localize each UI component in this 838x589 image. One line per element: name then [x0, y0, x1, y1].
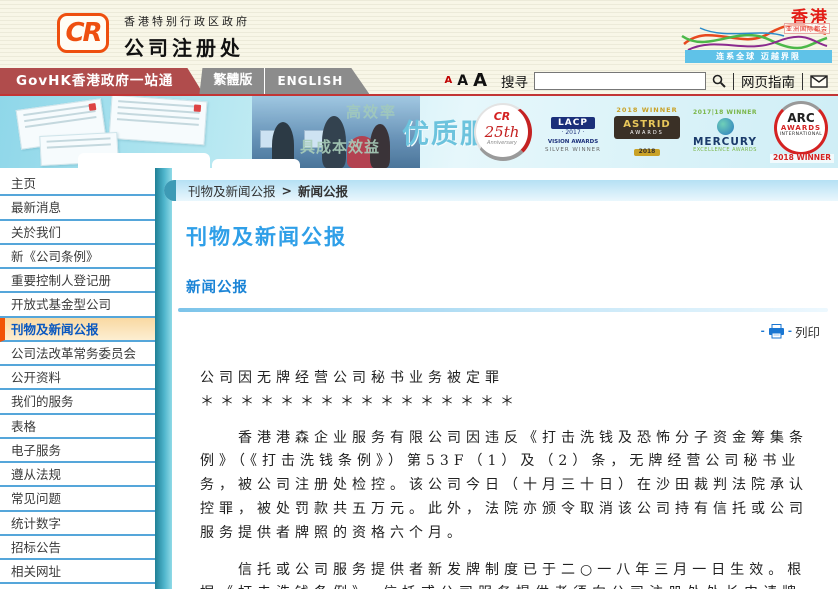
nav-utilities: A A A 搜寻 网页指南 [444, 68, 838, 94]
sidebar-item-tender-notices[interactable]: 招标公告 [0, 536, 155, 560]
main-area: 主页 最新消息 关於我们 新《公司条例》 重要控制人登记册 开放式基金型公司 刊… [0, 168, 838, 589]
page: CR 香港特别行政区政府 公司注册处 香港 亚洲国际都会 连系全球 迈越界限 G… [0, 0, 838, 589]
breadcrumb-section-link[interactable]: 刊物及新闻公报 [188, 181, 276, 200]
sitemap-link[interactable]: 网页指南 [741, 71, 795, 91]
search-label: 搜寻 [501, 71, 528, 91]
banner-tab-shape [78, 153, 210, 168]
traditional-chinese-link[interactable]: 繁體版 [199, 68, 265, 94]
content-area: 刊物及新闻公报 > 新闻公报 刊物及新闻公报 新闻公报 - - 列印 公司因无牌 [172, 168, 838, 589]
nav-divider [733, 73, 734, 90]
arc-award-badge: ARC AWARDS INTERNATIONAL 2018 WINNER [770, 101, 834, 163]
search-input[interactable] [534, 72, 706, 90]
search-icon [712, 74, 726, 88]
font-size-medium-button[interactable]: A [457, 74, 468, 88]
agency-title: 香港特别行政区政府 公司注册处 [124, 13, 250, 61]
envelope-icon [810, 75, 828, 88]
breadcrumb-separator: > [282, 183, 292, 198]
cr-logo[interactable]: CR [57, 13, 109, 53]
agency-name: 公司注册处 [124, 32, 250, 61]
article-headline: 公司因无牌经营公司秘书业务被定罪 [200, 367, 822, 391]
sidebar-item-publications-press[interactable]: 刊物及新闻公报 [0, 318, 155, 342]
headline-asterisks: ＊＊＊＊＊＊＊＊＊＊＊＊＊＊＊＊ [200, 391, 822, 415]
search-submit-button[interactable] [712, 74, 726, 88]
globe-icon [717, 118, 734, 135]
breadcrumb-current: 新闻公报 [298, 181, 348, 200]
award-badges: CR 25th Anniversary LACP · 2017 · VISION… [474, 99, 834, 165]
banner-tab-shape [212, 159, 300, 168]
banner: 高效率 具成本效益 优质服务 CR 25th Anniversary LACP … [0, 96, 838, 168]
sidebar-item-e-services[interactable]: 电子服务 [0, 439, 155, 463]
astrid-award-badge: 2018 WINNER ASTRID AWARDS 2018 [614, 107, 680, 157]
sidebar-item-our-services[interactable]: 我们的服务 [0, 390, 155, 414]
watermark-cost: 具成本效益 [300, 136, 380, 157]
brand-hk-subtitle: 亚洲国际都会 [784, 23, 830, 34]
sidebar-item-faq[interactable]: 常见问题 [0, 487, 155, 511]
page-title: 刊物及新闻公报 [186, 221, 838, 251]
sidebar-item-new-companies-ordinance[interactable]: 新《公司条例》 [0, 245, 155, 269]
sidebar-item-home[interactable]: 主页 [0, 172, 155, 196]
brand-hk-tagline: 连系全球 迈越界限 [685, 50, 832, 63]
font-size-small-button[interactable]: A [444, 76, 452, 86]
sidebar-item-forms[interactable]: 表格 [0, 415, 155, 439]
print-dash: - [788, 326, 792, 337]
sidebar-item-whats-new[interactable]: 最新消息 [0, 196, 155, 220]
lacp-vision-award-badge: LACP · 2017 · VISION AWARDS SILVER WINNE… [541, 111, 605, 154]
breadcrumb: 刊物及新闻公报 > 新闻公报 [164, 180, 838, 201]
print-label: 列印 [795, 322, 820, 341]
sidebar-item-open-ended-fund-companies[interactable]: 开放式基金型公司 [0, 293, 155, 317]
certificate-graphic [109, 96, 208, 145]
sidebar-item-about-us[interactable]: 关於我们 [0, 221, 155, 245]
section-divider [178, 308, 828, 312]
press-release: 公司因无牌经营公司秘书业务被定罪 ＊＊＊＊＊＊＊＊＊＊＊＊＊＊＊＊ 香港港森企业… [200, 367, 822, 589]
language-switch: 繁體版 ENGLISH [199, 68, 369, 94]
sidebar-item-standing-committee[interactable]: 公司法改革常务委员会 [0, 342, 155, 366]
watermark-efficiency: 高效率 [346, 101, 397, 122]
cr-25th-anniversary-badge: CR 25th Anniversary [474, 103, 532, 161]
gov-region-title: 香港特别行政区政府 [124, 13, 250, 29]
mercury-award-badge: 2017|18 WINNER MERCURY EXCELLENCE AWARDS [689, 110, 761, 154]
sidebar-content-divider [155, 168, 172, 589]
font-size-large-button[interactable]: A [473, 72, 487, 90]
section-title: 新闻公报 [186, 276, 838, 297]
sidebar-item-statistics[interactable]: 统计数字 [0, 512, 155, 536]
print-button[interactable]: - - 列印 [172, 322, 820, 341]
sidebar-item-compliance[interactable]: 遵从法规 [0, 463, 155, 487]
sidebar-item-bad-weather-arrangements[interactable]: 恶劣天气情况特别安排 [0, 584, 155, 589]
govhk-link[interactable]: GovHK香港政府一站通 [0, 68, 203, 94]
sidebar-item-related-links[interactable]: 相关网址 [0, 560, 155, 584]
print-dash: - [761, 326, 765, 337]
article-paragraph: 信托或公司服务提供者新发牌制度已于二○一八年三月一日生效。根据《打击洗钱条例》，… [200, 559, 822, 589]
article-paragraph: 香港港森企业服务有限公司因违反《打击洗钱及恐怖分子资金筹集条例》（《打击洗钱条例… [200, 427, 822, 546]
contact-mail-button[interactable] [810, 75, 828, 88]
sidebar-item-public-information[interactable]: 公开资料 [0, 366, 155, 390]
site-header: CR 香港特别行政区政府 公司注册处 香港 亚洲国际都会 连系全球 迈越界限 [0, 0, 838, 68]
english-link[interactable]: ENGLISH [265, 68, 369, 94]
sidebar-menu: 主页 最新消息 关於我们 新《公司条例》 重要控制人登记册 开放式基金型公司 刊… [0, 168, 155, 589]
printer-icon [768, 324, 785, 339]
top-navbar: GovHK香港政府一站通 繁體版 ENGLISH A A A 搜寻 网页指南 [0, 68, 838, 94]
nav-divider [802, 73, 803, 90]
sidebar-item-significant-controllers-register[interactable]: 重要控制人登记册 [0, 269, 155, 293]
brand-hk-logo: 香港 亚洲国际都会 连系全球 迈越界限 [680, 2, 835, 66]
